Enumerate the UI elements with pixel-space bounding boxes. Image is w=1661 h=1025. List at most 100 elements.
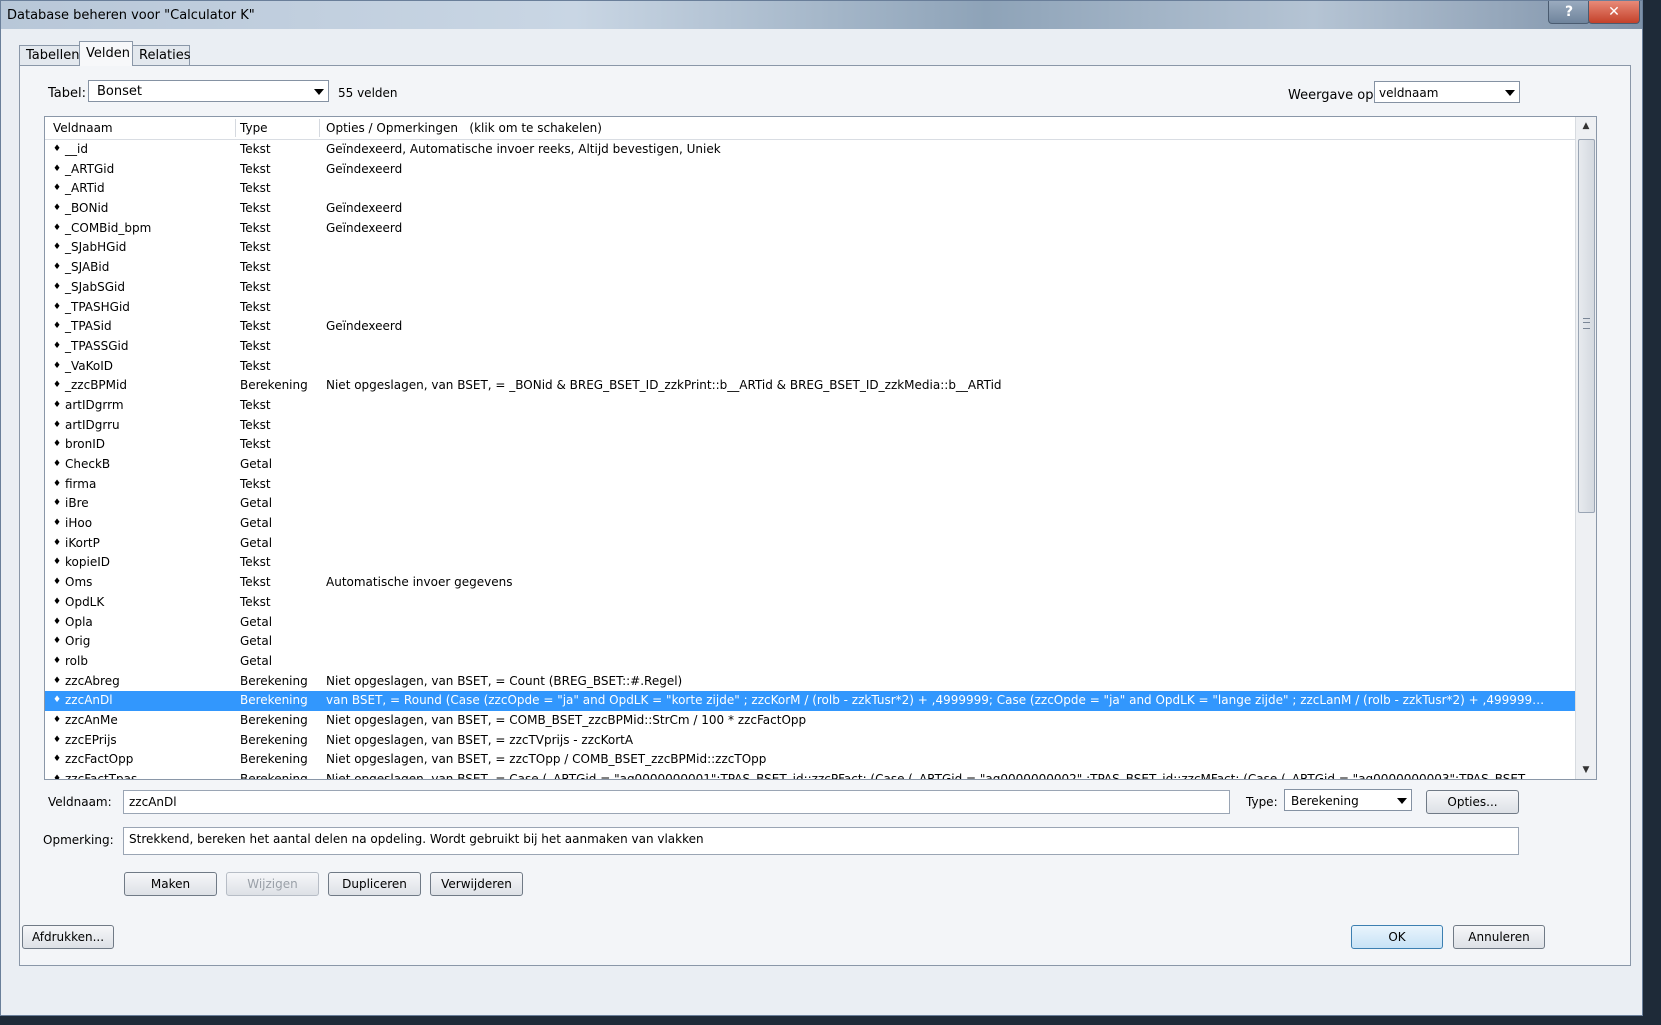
field-type-cell: Getal <box>240 457 273 471</box>
table-row[interactable]: ♦ firma Tekst <box>45 475 1575 495</box>
close-icon[interactable]: ✕ <box>1588 1 1640 24</box>
list-header: Veldnaam Type Opties / Opmerkingen (klik… <box>45 117 1575 140</box>
table-row[interactable]: ♦ zzcAnMe Berekening Niet opgeslagen, van B… <box>45 711 1575 731</box>
table-row[interactable]: ♦ bronID Tekst <box>45 435 1575 455</box>
table-row[interactable]: ♦ CheckB Getal <box>45 455 1575 475</box>
table-row[interactable]: ♦ zzcEPrijs Berekening Niet opgeslagen, van… <box>45 731 1575 751</box>
chevron-down-icon <box>1397 798 1407 804</box>
table-row[interactable]: ♦ _SJABid Tekst <box>45 258 1575 278</box>
field-options-cell: Geïndexeerd <box>326 319 403 334</box>
field-name-cell: artIDgrru <box>65 417 120 432</box>
scroll-down-icon[interactable]: ▼ <box>1576 761 1596 779</box>
modify-button[interactable]: Wijzigen <box>226 872 319 896</box>
create-button[interactable]: Maken <box>124 872 217 896</box>
table-row[interactable]: ♦ _BONid Tekst Geïndexeerd <box>45 199 1575 219</box>
row-marker-icon: ♦ <box>53 183 62 194</box>
table-row[interactable]: ♦ artIDgrru Tekst <box>45 416 1575 436</box>
table-row[interactable]: ♦ Oms Tekst Automatische invoer gegevens <box>45 573 1575 593</box>
row-marker-icon: ♦ <box>53 222 62 233</box>
cancel-button[interactable]: Annuleren <box>1453 925 1545 949</box>
column-header-name[interactable]: Veldnaam <box>53 121 113 135</box>
field-name-input[interactable]: zzcAnDl <box>123 790 1230 814</box>
row-marker-icon: ♦ <box>53 714 62 725</box>
table-row[interactable]: ♦ _TPASHGid Tekst <box>45 298 1575 318</box>
table-row[interactable]: ♦ _COMBid_bpm Tekst Geïndexeerd <box>45 219 1575 239</box>
comment-input[interactable]: Strekkend, bereken het aantal delen na o… <box>123 827 1519 855</box>
duplicate-button[interactable]: Dupliceren <box>328 872 421 896</box>
table-row[interactable]: ♦ iKortP Getal <box>45 534 1575 554</box>
field-type-cell: Tekst <box>240 397 271 412</box>
view-select-value: veldnaam <box>1379 86 1439 100</box>
table-row[interactable]: ♦ zzcAbreg Berekening Niet opgeslagen, van … <box>45 672 1575 692</box>
scroll-up-icon[interactable]: ▲ <box>1576 117 1596 135</box>
vertical-scrollbar[interactable]: ▲ ▼ <box>1575 117 1596 779</box>
field-name-cell: _SJabSGid <box>65 279 125 294</box>
column-divider[interactable] <box>235 119 236 137</box>
field-name-cell: firma <box>65 476 97 491</box>
table-row[interactable]: ♦ rolb Getal <box>45 652 1575 672</box>
grip-icon <box>1583 318 1590 329</box>
table-row[interactable]: ♦ iHoo Getal <box>45 514 1575 534</box>
table-row[interactable]: ♦ zzcFactTpas Berekening Niet opgeslagen, v… <box>45 770 1575 780</box>
field-name-cell: _SJABid <box>65 260 110 275</box>
row-marker-icon: ♦ <box>53 360 62 371</box>
print-button[interactable]: Afdrukken... <box>22 925 114 949</box>
tab-velden[interactable]: Velden <box>79 41 133 66</box>
view-select[interactable]: veldnaam <box>1374 81 1520 103</box>
field-name-cell: __id <box>65 142 88 156</box>
row-marker-icon: ♦ <box>53 478 62 489</box>
field-name-cell: _ARTid <box>65 181 105 196</box>
table-row[interactable]: ♦ __id Tekst Geïndexeerd, Automatische invo… <box>45 140 1575 160</box>
table-row[interactable]: ♦ _SJabHGid Tekst <box>45 238 1575 258</box>
table-row[interactable]: ♦ _ARTid Tekst <box>45 179 1575 199</box>
table-row[interactable]: ♦ OpdLK Tekst <box>45 593 1575 613</box>
table-row[interactable]: ♦ artIDgrrm Tekst <box>45 396 1575 416</box>
tab-relaties[interactable]: Relaties <box>132 45 191 65</box>
field-name-cell: _TPASSGid <box>65 338 129 353</box>
row-marker-icon: ♦ <box>53 281 62 292</box>
field-type-cell: Tekst <box>240 161 271 176</box>
type-select[interactable]: Berekening <box>1284 789 1412 811</box>
options-button[interactable]: Opties... <box>1426 790 1519 814</box>
field-options-cell: Geïndexeerd <box>326 161 403 176</box>
ok-button[interactable]: OK <box>1351 925 1443 949</box>
field-name-cell: _TPASid <box>65 319 112 334</box>
table-row[interactable]: ♦ Orig Getal <box>45 632 1575 652</box>
scroll-thumb[interactable] <box>1578 139 1595 513</box>
table-row[interactable]: ♦ _VaKoID Tekst <box>45 357 1575 377</box>
field-type-cell: Tekst <box>240 220 271 235</box>
table-row[interactable]: ♦ zzcAnDl Berekening van BSET, = Round (Cas… <box>45 691 1575 711</box>
table-row[interactable]: ♦ _zzcBPMid Berekening Niet opgeslagen, van… <box>45 376 1575 396</box>
field-name-cell: Orig <box>65 634 91 649</box>
table-row[interactable]: ♦ _ARTGid Tekst Geïndexeerd <box>45 160 1575 180</box>
delete-button[interactable]: Verwijderen <box>430 872 523 896</box>
table-row[interactable]: ♦ iBre Getal <box>45 494 1575 514</box>
field-type-cell: Tekst <box>240 181 271 196</box>
row-marker-icon: ♦ <box>53 675 62 686</box>
column-header-type[interactable]: Type <box>240 121 268 135</box>
table-row[interactable]: ♦ zzcFactOpp Berekening Niet opgeslagen, va… <box>45 750 1575 770</box>
list-rows: ♦ __id Tekst Geïndexeerd, Automatische invo… <box>45 140 1575 780</box>
help-icon[interactable]: ? <box>1548 1 1590 24</box>
table-row[interactable]: ♦ _TPASSGid Tekst <box>45 337 1575 357</box>
tab-tabellen[interactable]: Tabellen <box>19 45 80 65</box>
field-name-cell: _BONid <box>65 201 109 216</box>
field-type-cell: Tekst <box>240 358 271 373</box>
row-marker-icon: ♦ <box>53 636 62 647</box>
table-select[interactable]: Bonset <box>88 80 329 102</box>
table-row[interactable]: ♦ _TPASid Tekst Geïndexeerd <box>45 317 1575 337</box>
column-header-options[interactable]: Opties / Opmerkingen (klik om te schakel… <box>326 121 602 135</box>
title-bar[interactable]: Database beheren voor "Calculator K" ? ✕ <box>1 1 1642 29</box>
table-row[interactable]: ♦ _SJabSGid Tekst <box>45 278 1575 298</box>
row-marker-icon: ♦ <box>53 419 62 430</box>
table-row[interactable]: ♦ kopieID Tekst <box>45 553 1575 573</box>
row-marker-icon: ♦ <box>53 163 62 174</box>
column-divider[interactable] <box>319 119 320 137</box>
field-type-cell: Tekst <box>240 260 271 275</box>
row-marker-icon: ♦ <box>53 340 62 351</box>
table-row[interactable]: ♦ Opla Getal <box>45 613 1575 633</box>
field-type-cell: Tekst <box>240 437 271 452</box>
row-marker-icon: ♦ <box>53 695 62 706</box>
row-marker-icon: ♦ <box>53 774 62 780</box>
fields-list[interactable]: Veldnaam Type Opties / Opmerkingen (klik… <box>44 116 1597 780</box>
